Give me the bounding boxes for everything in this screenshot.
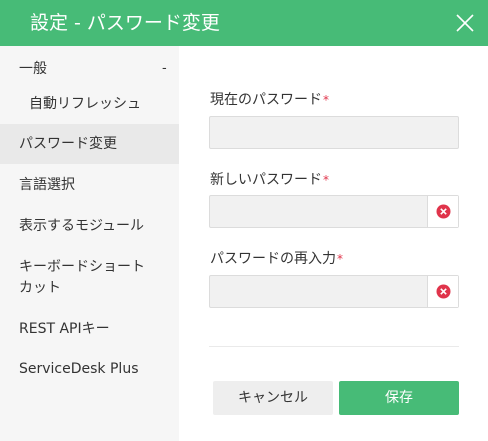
clear-icon [436,204,451,219]
new-password-input[interactable] [210,196,428,227]
sidebar-item-general[interactable]: 一般 - [0,59,179,79]
sidebar-item-keyboard-shortcuts[interactable]: キーボードショート カット [0,256,179,300]
sidebar-item-language[interactable]: 言語選択 [0,175,179,195]
clear-confirm-password-button[interactable] [427,276,458,307]
current-password-field [209,116,459,149]
form-divider [209,346,459,347]
settings-dialog: 設定 - パスワード変更 一般 - 自動リフレッシュ パスワード変更 言語選択 … [0,0,488,441]
new-password-field [209,195,459,228]
current-password-label-text: 現在のパスワード [210,92,322,108]
clear-icon [436,284,451,299]
sidebar-item-modules[interactable]: 表示するモジュール [0,216,179,236]
confirm-password-label-text: パスワードの再入力 [210,251,336,267]
collapse-toggle[interactable]: - [162,59,167,79]
current-password-input[interactable] [210,117,458,148]
dialog-header: 設定 - パスワード変更 [0,0,488,46]
sidebar-item-label-line2: カット [19,280,61,296]
sidebar-item-label: ServiceDesk Plus [19,361,139,377]
confirm-password-label: パスワードの再入力* [210,249,343,269]
cancel-button[interactable]: キャンセル [213,381,333,415]
clear-new-password-button[interactable] [427,196,458,227]
current-password-label: 現在のパスワード* [210,90,329,110]
sidebar-item-label: REST APIキー [19,321,110,337]
close-button[interactable] [455,13,475,33]
sidebar-item-auto-refresh[interactable]: 自動リフレッシュ [0,94,179,114]
new-password-label-text: 新しいパスワード [210,172,322,188]
sidebar-item-label: パスワード変更 [19,136,117,152]
sidebar-item-label: キーボードショート [19,259,145,275]
new-password-label: 新しいパスワード* [210,170,329,190]
sidebar-item-label: 一般 [19,61,47,77]
sidebar-item-label: 表示するモジュール [19,218,145,234]
required-mark: * [323,173,329,187]
sidebar-item-rest-api-key[interactable]: REST APIキー [0,319,179,339]
sidebar-item-change-password[interactable]: パスワード変更 [0,124,179,164]
close-icon [456,14,474,32]
required-mark: * [323,93,329,107]
save-button[interactable]: 保存 [339,381,459,415]
confirm-password-field [209,275,459,308]
sidebar-item-label: 自動リフレッシュ [29,96,141,112]
confirm-password-input[interactable] [210,276,428,307]
sidebar-item-label: 言語選択 [19,177,75,193]
required-mark: * [337,252,343,266]
settings-sidebar: 一般 - 自動リフレッシュ パスワード変更 言語選択 表示するモジュール キーボ… [0,46,179,441]
dialog-title: 設定 - パスワード変更 [30,12,220,34]
sidebar-item-servicedesk-plus[interactable]: ServiceDesk Plus [0,359,179,379]
